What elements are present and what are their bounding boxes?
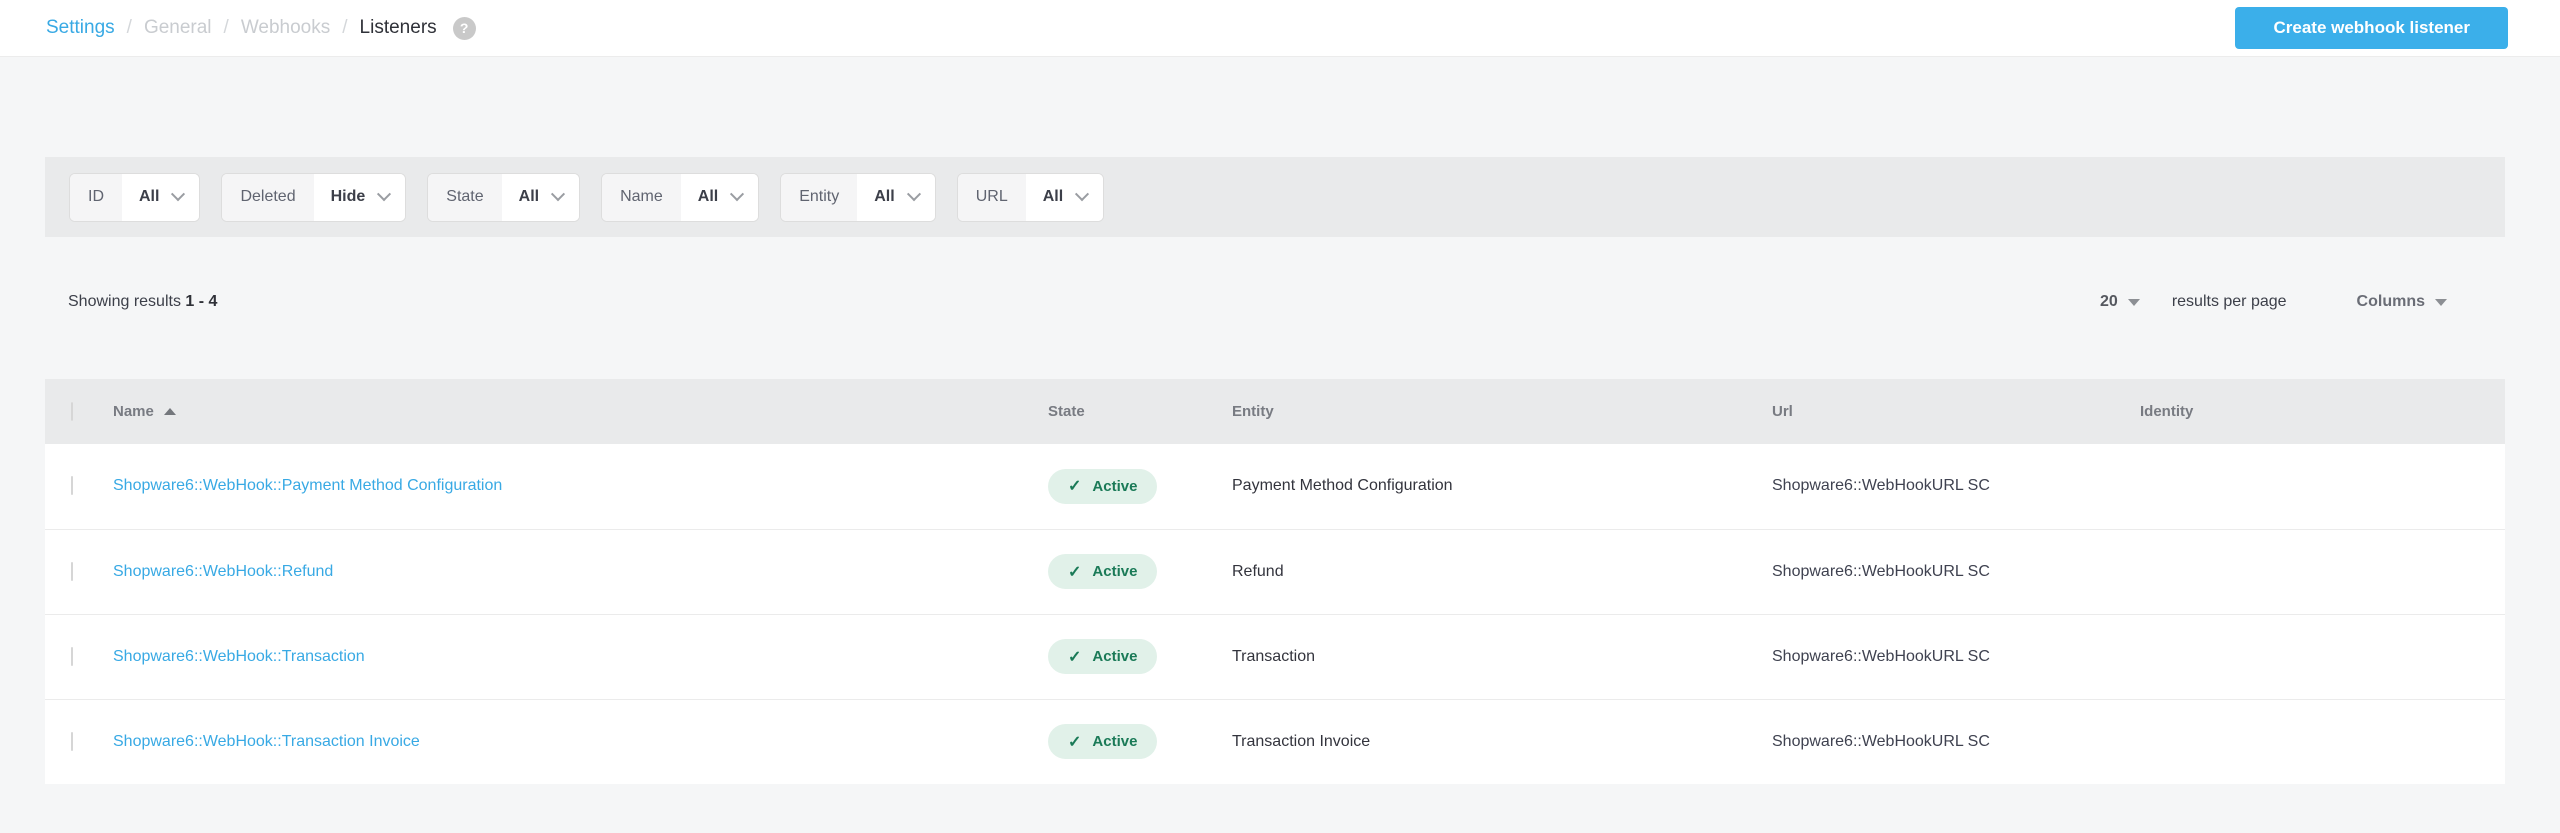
status-badge: ✓ Active <box>1048 554 1157 589</box>
entity-cell: Refund <box>1232 529 1772 614</box>
sort-ascending-icon <box>164 408 176 415</box>
column-header-name[interactable]: Name <box>113 403 176 420</box>
page-content: ID All Deleted Hide State All Name All E… <box>0 157 2560 784</box>
chevron-down-icon <box>377 187 391 201</box>
chevron-down-icon <box>171 187 185 201</box>
table-row: Shopware6::WebHook::Refund ✓ Active Refu… <box>45 529 2505 614</box>
dropdown-arrow-icon <box>2128 299 2140 306</box>
filter-value: All <box>1026 174 1103 221</box>
results-controls: 20 results per page Columns <box>2100 293 2505 311</box>
create-webhook-listener-button[interactable]: Create webhook listener <box>2235 7 2508 49</box>
url-cell: Shopware6::WebHookURL SC <box>1772 699 2140 784</box>
filter-value: All <box>502 174 579 221</box>
filter-label: State <box>428 174 501 221</box>
url-cell: Shopware6::WebHookURL SC <box>1772 444 2140 529</box>
chevron-down-icon <box>1075 187 1089 201</box>
help-icon[interactable]: ? <box>453 17 476 40</box>
status-badge: ✓ Active <box>1048 469 1157 504</box>
filter-chip-name[interactable]: Name All <box>601 173 759 222</box>
identity-cell <box>2140 699 2505 784</box>
per-page-label: results per page <box>2172 293 2287 311</box>
filter-bar: ID All Deleted Hide State All Name All E… <box>45 157 2505 237</box>
select-all-checkbox[interactable] <box>71 402 73 421</box>
column-header-entity: Entity <box>1232 379 1772 444</box>
filter-value: All <box>857 174 934 221</box>
breadcrumb-listeners: Listeners <box>360 17 437 39</box>
filter-label: Name <box>602 174 681 221</box>
table-row: Shopware6::WebHook::Transaction Invoice … <box>45 699 2505 784</box>
listener-name-link[interactable]: Shopware6::WebHook::Transaction <box>113 648 365 665</box>
breadcrumb-settings[interactable]: Settings <box>46 17 115 39</box>
entity-cell: Transaction <box>1232 614 1772 699</box>
showing-results-text: Showing results 1 - 4 <box>45 293 217 311</box>
chevron-down-icon <box>551 187 565 201</box>
url-cell: Shopware6::WebHookURL SC <box>1772 614 2140 699</box>
per-page-dropdown[interactable]: 20 <box>2100 293 2140 311</box>
identity-cell <box>2140 444 2505 529</box>
filter-label: Deleted <box>222 174 313 221</box>
identity-cell <box>2140 614 2505 699</box>
identity-cell <box>2140 529 2505 614</box>
check-icon: ✓ <box>1068 647 1081 667</box>
filter-chip-url[interactable]: URL All <box>957 173 1104 222</box>
breadcrumb-separator: / <box>224 17 229 39</box>
entity-cell: Payment Method Configuration <box>1232 444 1772 529</box>
filter-chip-state[interactable]: State All <box>427 173 580 222</box>
filter-chip-entity[interactable]: Entity All <box>780 173 935 222</box>
listeners-table: Name State Entity Url Identity Shopware6… <box>45 379 2505 784</box>
filter-value: Hide <box>314 174 406 221</box>
chevron-down-icon <box>730 187 744 201</box>
check-icon: ✓ <box>1068 732 1081 752</box>
results-range: 1 - 4 <box>185 293 217 310</box>
column-header-identity: Identity <box>2140 379 2505 444</box>
listener-name-link[interactable]: Shopware6::WebHook::Payment Method Confi… <box>113 477 502 494</box>
filter-label: Entity <box>781 174 857 221</box>
results-bar: Showing results 1 - 4 20 results per pag… <box>45 289 2505 315</box>
chevron-down-icon <box>907 187 921 201</box>
row-checkbox[interactable] <box>71 476 73 495</box>
table-header-row: Name State Entity Url Identity <box>45 379 2505 444</box>
column-header-url: Url <box>1772 379 2140 444</box>
breadcrumb: Settings / General / Webhooks / Listener… <box>46 17 476 40</box>
breadcrumb-general: General <box>144 17 212 39</box>
breadcrumb-separator: / <box>342 17 347 39</box>
topbar: Settings / General / Webhooks / Listener… <box>0 0 2560 57</box>
status-badge: ✓ Active <box>1048 639 1157 674</box>
listener-name-link[interactable]: Shopware6::WebHook::Refund <box>113 563 333 580</box>
filter-value: All <box>122 174 199 221</box>
table-row: Shopware6::WebHook::Transaction ✓ Active… <box>45 614 2505 699</box>
check-icon: ✓ <box>1068 476 1081 496</box>
entity-cell: Transaction Invoice <box>1232 699 1772 784</box>
dropdown-arrow-icon <box>2435 299 2447 306</box>
row-checkbox[interactable] <box>71 647 73 666</box>
row-checkbox[interactable] <box>71 562 73 581</box>
column-header-state: State <box>1048 379 1232 444</box>
breadcrumb-separator: / <box>127 17 132 39</box>
per-page-value: 20 <box>2100 293 2118 311</box>
filter-label: URL <box>958 174 1026 221</box>
table-row: Shopware6::WebHook::Payment Method Confi… <box>45 444 2505 529</box>
columns-dropdown[interactable]: Columns <box>2357 293 2447 311</box>
filter-label: ID <box>70 174 122 221</box>
breadcrumb-webhooks: Webhooks <box>241 17 330 39</box>
filter-chip-id[interactable]: ID All <box>69 173 200 222</box>
url-cell: Shopware6::WebHookURL SC <box>1772 529 2140 614</box>
filter-value: All <box>681 174 758 221</box>
listener-name-link[interactable]: Shopware6::WebHook::Transaction Invoice <box>113 733 420 750</box>
filter-chip-deleted[interactable]: Deleted Hide <box>221 173 406 222</box>
check-icon: ✓ <box>1068 562 1081 582</box>
row-checkbox[interactable] <box>71 732 73 751</box>
status-badge: ✓ Active <box>1048 724 1157 759</box>
